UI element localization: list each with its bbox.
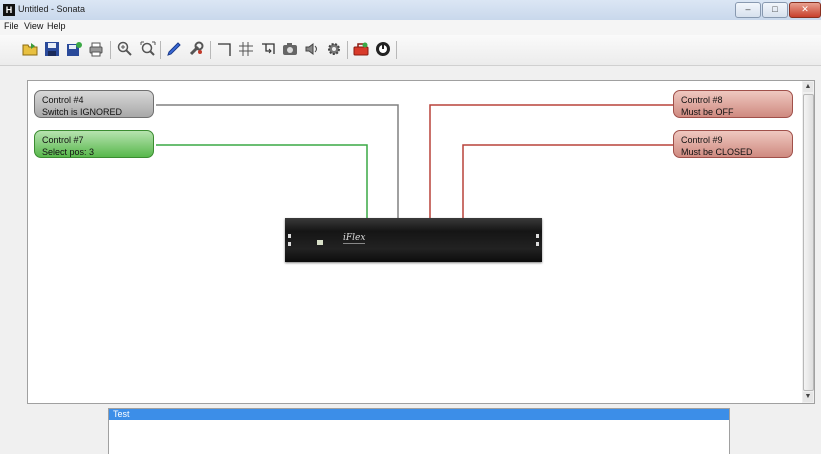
menu-bar: File View Help	[0, 20, 821, 35]
pen-icon[interactable]	[164, 39, 184, 59]
device-port	[536, 242, 539, 246]
save-icon[interactable]	[42, 39, 62, 59]
scroll-up-icon[interactable]: ▲	[803, 82, 813, 92]
window-controls: – □ ✕	[735, 2, 821, 18]
minimize-button[interactable]: –	[735, 2, 761, 18]
app-icon: H	[3, 4, 15, 16]
test-panel-title[interactable]: Test	[109, 409, 729, 420]
wire-control-9	[462, 144, 673, 219]
control-8-name: Control #8	[681, 95, 723, 105]
device-logo: iFlex	[343, 233, 366, 244]
wire-icon[interactable]	[214, 39, 234, 59]
scroll-thumb[interactable]	[803, 94, 814, 391]
toolbar-separator	[396, 41, 397, 59]
zoom-fit-icon[interactable]	[138, 39, 158, 59]
device-port	[288, 234, 291, 238]
toolbar-separator	[210, 41, 211, 59]
wrench-icon[interactable]	[186, 39, 206, 59]
title-bar: H Untitled - Sonata – □ ✕	[0, 0, 821, 21]
grid-icon[interactable]	[236, 39, 256, 59]
window-title: Untitled - Sonata	[18, 4, 86, 14]
wire-control-4	[156, 104, 399, 219]
wire-control-8	[429, 104, 673, 219]
save-as-icon[interactable]	[64, 39, 84, 59]
route-icon[interactable]	[258, 39, 278, 59]
control-4-name: Control #4	[42, 95, 84, 105]
control-8-box[interactable]: Control #8 Must be OFF	[673, 90, 793, 118]
print-icon[interactable]	[86, 39, 106, 59]
toolbar	[0, 35, 821, 66]
control-7-box[interactable]: Control #7 Select pos: 3	[34, 130, 154, 158]
device-port	[536, 234, 539, 238]
open-folder-icon[interactable]	[20, 39, 40, 59]
scroll-down-icon[interactable]: ▼	[803, 392, 813, 402]
menu-help[interactable]: Help	[47, 21, 66, 31]
menu-view[interactable]: View	[24, 21, 43, 31]
vertical-scrollbar[interactable]: ▲ ▼	[802, 80, 815, 404]
wire-control-7	[156, 144, 368, 219]
device-led	[317, 240, 323, 245]
control-8-status: Must be OFF	[681, 107, 734, 117]
zoom-in-icon[interactable]	[115, 39, 135, 59]
toolbar-separator	[347, 41, 348, 59]
control-9-name: Control #9	[681, 135, 723, 145]
speaker-icon[interactable]	[302, 39, 322, 59]
control-9-box[interactable]: Control #9 Must be CLOSED	[673, 130, 793, 158]
control-7-name: Control #7	[42, 135, 84, 145]
test-panel: Test	[108, 408, 730, 454]
control-9-status: Must be CLOSED	[681, 147, 753, 157]
toolbar-separator	[110, 41, 111, 59]
iflex-device[interactable]: iFlex	[285, 218, 542, 262]
close-button[interactable]: ✕	[789, 2, 821, 18]
toolbox-icon[interactable]	[351, 39, 371, 59]
power-icon[interactable]	[373, 39, 393, 59]
device-port	[288, 242, 291, 246]
camera-icon[interactable]	[280, 39, 300, 59]
gear-icon[interactable]	[324, 39, 344, 59]
maximize-button[interactable]: □	[762, 2, 788, 18]
control-4-status: Switch is IGNORED	[42, 107, 123, 117]
control-7-status: Select pos: 3	[42, 147, 95, 157]
toolbar-separator	[160, 41, 161, 59]
menu-file[interactable]: File	[4, 21, 19, 31]
control-4-box[interactable]: Control #4 Switch is IGNORED	[34, 90, 154, 118]
